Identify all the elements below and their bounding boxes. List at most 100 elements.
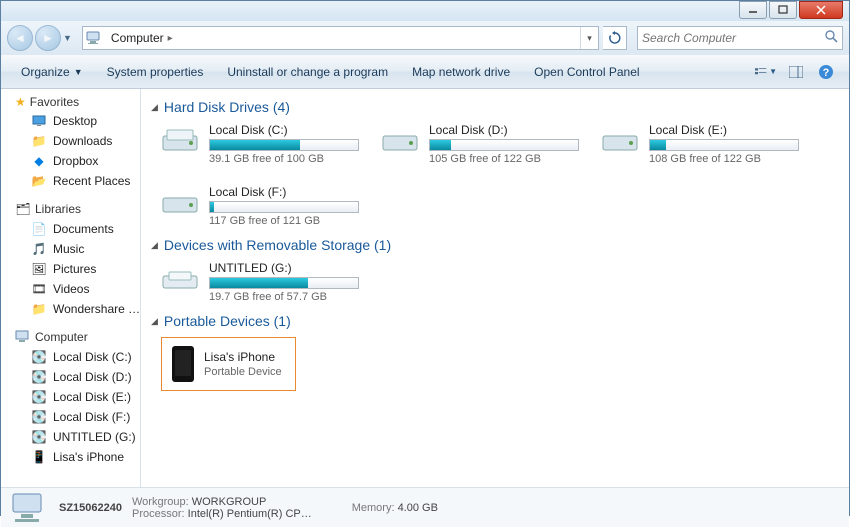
sidebar-item-videos[interactable]: 🎞Videos bbox=[1, 279, 140, 299]
sidebar-item-disk-e[interactable]: 💽Local Disk (E:) bbox=[1, 387, 140, 407]
iphone-icon bbox=[172, 346, 194, 382]
nav-arrows: ◄ ► ▼ bbox=[7, 25, 72, 51]
collapse-icon[interactable]: ◢ bbox=[151, 240, 158, 251]
navigation-bar: ◄ ► ▼ Computer▸ ▾ bbox=[1, 21, 849, 55]
preview-pane-button[interactable] bbox=[785, 61, 807, 83]
pictures-icon: 🖼 bbox=[31, 261, 47, 277]
memory-value: 4.00 GB bbox=[398, 502, 438, 514]
command-bar: Organize ▼ System properties Uninstall o… bbox=[1, 55, 849, 89]
recent-places-icon: 📂 bbox=[31, 173, 47, 189]
sidebar-item-recent[interactable]: 📂Recent Places bbox=[1, 171, 140, 191]
phone-icon: 📱 bbox=[31, 449, 47, 465]
processor-label: Processor: bbox=[132, 508, 185, 520]
titlebar bbox=[1, 1, 849, 21]
usage-bar bbox=[429, 139, 579, 151]
workgroup-value: WORKGROUP bbox=[192, 496, 267, 508]
sidebar-item-disk-f[interactable]: 💽Local Disk (F:) bbox=[1, 407, 140, 427]
system-properties-button[interactable]: System properties bbox=[95, 65, 216, 79]
sidebar-item-iphone[interactable]: 📱Lisa's iPhone bbox=[1, 447, 140, 467]
hdd-list: Local Disk (C:) 39.1 GB free of 100 GB L… bbox=[161, 123, 839, 227]
uninstall-button[interactable]: Uninstall or change a program bbox=[215, 65, 400, 79]
drive-f[interactable]: Local Disk (F:) 117 GB free of 121 GB bbox=[161, 185, 361, 227]
disk-icon: 💽 bbox=[31, 349, 47, 365]
section-portable[interactable]: ◢ Portable Devices (1) bbox=[151, 313, 839, 329]
sidebar-item-dropbox[interactable]: ◆Dropbox bbox=[1, 151, 140, 171]
organize-menu[interactable]: Organize ▼ bbox=[9, 65, 95, 79]
disk-icon: 💽 bbox=[31, 409, 47, 425]
breadcrumb-root[interactable]: Computer▸ bbox=[105, 31, 179, 45]
chevron-right-icon: ▸ bbox=[168, 33, 173, 44]
content-pane[interactable]: ◢ Hard Disk Drives (4) Local Disk (C:) 3… bbox=[141, 89, 849, 487]
drive-d[interactable]: Local Disk (D:) 105 GB free of 122 GB bbox=[381, 123, 581, 165]
sidebar-item-wondershare[interactable]: 📁Wondershare … bbox=[1, 299, 140, 319]
drive-name: Local Disk (D:) bbox=[429, 123, 579, 137]
sidebar-item-disk-d[interactable]: 💽Local Disk (D:) bbox=[1, 367, 140, 387]
minimize-button[interactable] bbox=[739, 1, 767, 19]
refresh-button[interactable] bbox=[603, 26, 627, 50]
removable-list: UNTITLED (G:) 19.7 GB free of 57.7 GB bbox=[161, 261, 839, 303]
address-bar[interactable]: Computer▸ ▾ bbox=[82, 26, 599, 50]
sidebar-item-desktop[interactable]: Desktop bbox=[1, 111, 140, 131]
sidebar-item-music[interactable]: 🎵Music bbox=[1, 239, 140, 259]
drive-e[interactable]: Local Disk (E:) 108 GB free of 122 GB bbox=[601, 123, 801, 165]
drive-c[interactable]: Local Disk (C:) 39.1 GB free of 100 GB bbox=[161, 123, 361, 165]
forward-button[interactable]: ► bbox=[35, 25, 61, 51]
usage-bar bbox=[209, 277, 359, 289]
dropbox-icon: ◆ bbox=[31, 153, 47, 169]
music-icon: 🎵 bbox=[31, 241, 47, 257]
section-removable[interactable]: ◢ Devices with Removable Storage (1) bbox=[151, 237, 839, 253]
drive-name: Local Disk (C:) bbox=[209, 123, 359, 137]
address-dropdown-icon[interactable]: ▾ bbox=[580, 27, 598, 49]
back-button[interactable]: ◄ bbox=[7, 25, 33, 51]
drive-name: UNTITLED (G:) bbox=[209, 261, 359, 275]
device-name: Lisa's iPhone bbox=[204, 350, 282, 364]
section-hdd[interactable]: ◢ Hard Disk Drives (4) bbox=[151, 99, 839, 115]
svg-text:?: ? bbox=[823, 67, 830, 79]
folder-icon: 📁 bbox=[31, 301, 47, 317]
map-drive-button[interactable]: Map network drive bbox=[400, 65, 522, 79]
hdd-icon bbox=[161, 123, 201, 159]
workgroup-label: Workgroup: bbox=[132, 496, 189, 508]
libraries-head[interactable]: 🗂Libraries bbox=[1, 199, 140, 219]
chevron-down-icon: ▼ bbox=[74, 67, 83, 77]
favorites-head[interactable]: ★Favorites bbox=[1, 93, 140, 111]
help-button[interactable]: ? bbox=[815, 61, 837, 83]
section-title: Devices with Removable Storage (1) bbox=[164, 237, 391, 253]
star-icon: ★ bbox=[15, 95, 26, 109]
view-options-button[interactable]: ▼ bbox=[755, 61, 777, 83]
drive-name: Local Disk (F:) bbox=[209, 185, 359, 199]
close-button[interactable] bbox=[799, 1, 843, 19]
computer-group: Computer 💽Local Disk (C:) 💽Local Disk (D… bbox=[1, 327, 140, 467]
sidebar-item-downloads[interactable]: 📁Downloads bbox=[1, 131, 140, 151]
computer-icon bbox=[85, 29, 103, 47]
search-input[interactable] bbox=[642, 31, 824, 45]
drive-free-text: 39.1 GB free of 100 GB bbox=[209, 153, 359, 165]
maximize-button[interactable] bbox=[769, 1, 797, 19]
computer-head[interactable]: Computer bbox=[1, 327, 140, 347]
collapse-icon[interactable]: ◢ bbox=[151, 102, 158, 113]
portable-device-item[interactable]: Lisa's iPhone Portable Device bbox=[161, 337, 296, 391]
downloads-folder-icon: 📁 bbox=[31, 133, 47, 149]
sidebar-item-disk-c[interactable]: 💽Local Disk (C:) bbox=[1, 347, 140, 367]
processor-value: Intel(R) Pentium(R) CP… bbox=[188, 508, 312, 520]
drive-g[interactable]: UNTITLED (G:) 19.7 GB free of 57.7 GB bbox=[161, 261, 361, 303]
favorites-group: ★Favorites Desktop 📁Downloads ◆Dropbox 📂… bbox=[1, 93, 140, 191]
sidebar-item-pictures[interactable]: 🖼Pictures bbox=[1, 259, 140, 279]
control-panel-button[interactable]: Open Control Panel bbox=[522, 65, 651, 79]
disk-icon: 💽 bbox=[31, 429, 47, 445]
device-type: Portable Device bbox=[204, 366, 282, 378]
navigation-pane[interactable]: ★Favorites Desktop 📁Downloads ◆Dropbox 📂… bbox=[1, 89, 141, 487]
window-controls bbox=[739, 1, 843, 19]
search-box[interactable] bbox=[637, 26, 843, 50]
sidebar-item-documents[interactable]: 📄Documents bbox=[1, 219, 140, 239]
refresh-icon bbox=[608, 31, 622, 45]
sidebar-item-untitled-g[interactable]: 💽UNTITLED (G:) bbox=[1, 427, 140, 447]
history-dropdown-icon[interactable]: ▼ bbox=[63, 33, 72, 43]
videos-icon: 🎞 bbox=[31, 281, 47, 297]
collapse-icon[interactable]: ◢ bbox=[151, 316, 158, 327]
computer-name: SZ15062240 bbox=[59, 502, 122, 514]
computer-large-icon bbox=[9, 492, 49, 524]
drive-name: Local Disk (E:) bbox=[649, 123, 799, 137]
drive-free-text: 19.7 GB free of 57.7 GB bbox=[209, 291, 359, 303]
removable-disk-icon bbox=[161, 261, 201, 297]
